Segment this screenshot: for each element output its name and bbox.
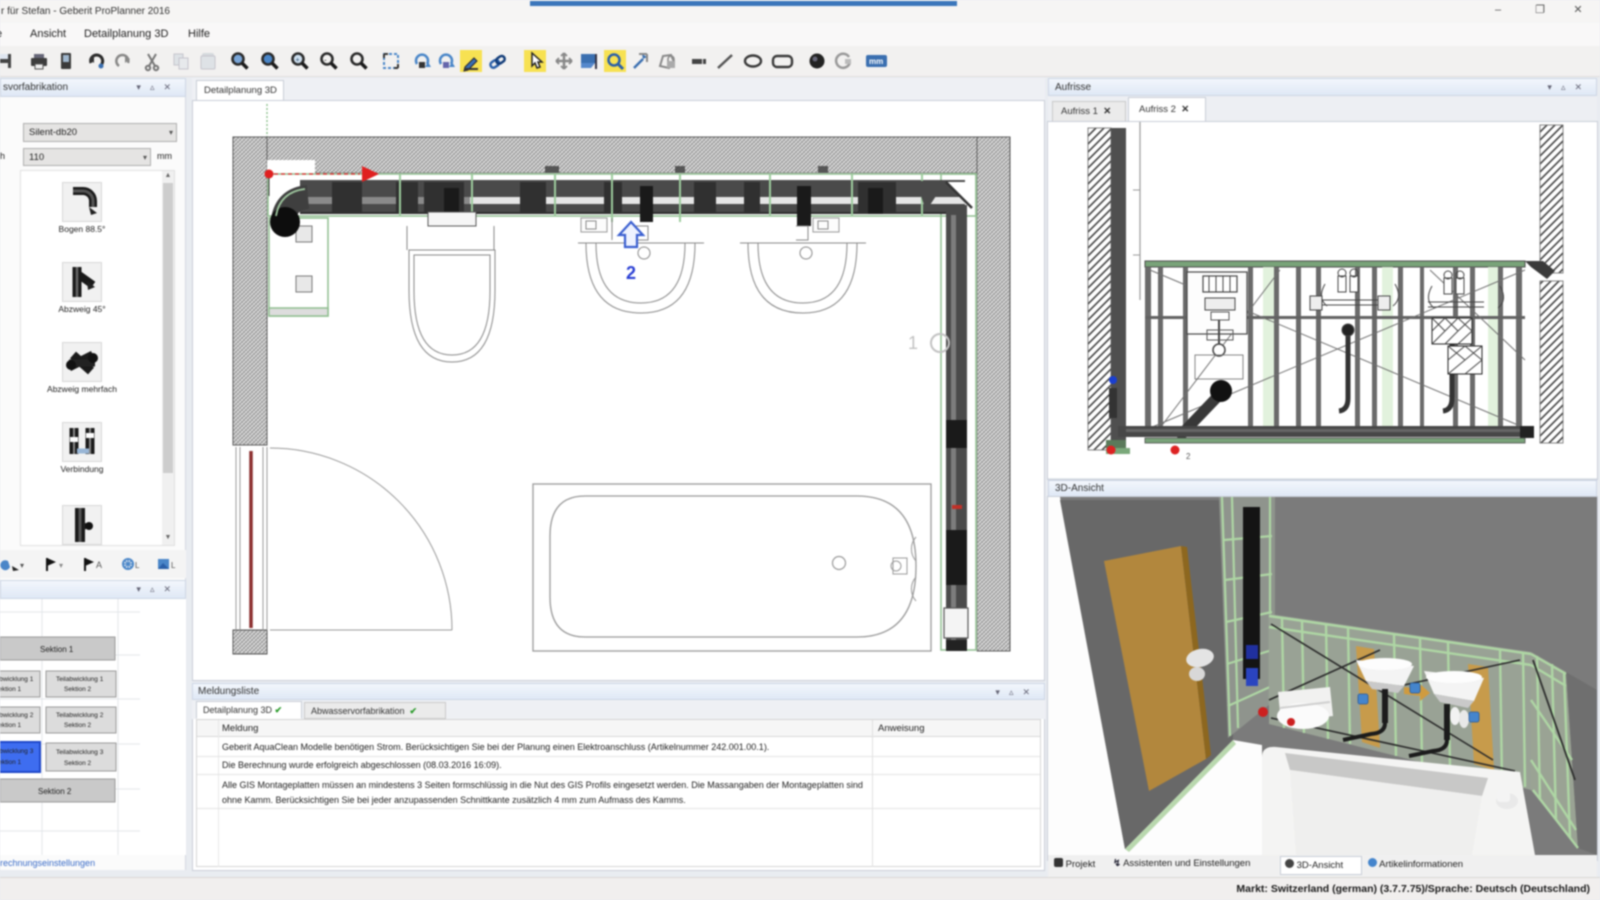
svg-text:L: L bbox=[171, 561, 176, 570]
svg-text:Teilabwicklung 2: Teilabwicklung 2 bbox=[56, 712, 104, 719]
svg-text:-: - bbox=[324, 56, 327, 65]
svg-text:Sektion 1: Sektion 1 bbox=[0, 722, 21, 729]
svg-text:Teilabwicklung 3: Teilabwicklung 3 bbox=[0, 748, 34, 755]
svg-text:Sektion 1: Sektion 1 bbox=[40, 645, 74, 654]
svg-text:Teilabwicklung 3: Teilabwicklung 3 bbox=[56, 749, 104, 756]
svg-text:Teilabwicklung 1: Teilabwicklung 1 bbox=[56, 676, 104, 683]
svg-text:1: 1 bbox=[908, 333, 918, 353]
svg-text:A: A bbox=[96, 560, 102, 570]
svg-text:Sektion 1: Sektion 1 bbox=[0, 759, 21, 766]
svg-text:▾: ▾ bbox=[20, 561, 24, 570]
svg-text:2: 2 bbox=[626, 263, 636, 283]
svg-text:+: + bbox=[296, 57, 300, 64]
svg-text:2: 2 bbox=[1186, 452, 1191, 461]
svg-text:L: L bbox=[135, 561, 140, 570]
svg-text:Sektion 2: Sektion 2 bbox=[64, 760, 91, 767]
svg-text:Sektion 2: Sektion 2 bbox=[64, 722, 91, 729]
svg-text:Teilabwicklung 2: Teilabwicklung 2 bbox=[0, 712, 34, 719]
svg-text:Sektion 2: Sektion 2 bbox=[64, 686, 91, 693]
svg-text:▾: ▾ bbox=[59, 561, 63, 570]
svg-text:Sektion 2: Sektion 2 bbox=[38, 787, 72, 796]
svg-text:Sektion 1: Sektion 1 bbox=[0, 686, 21, 693]
svg-text:mm: mm bbox=[869, 57, 883, 66]
svg-text:Teilabwicklung 1: Teilabwicklung 1 bbox=[0, 676, 34, 683]
